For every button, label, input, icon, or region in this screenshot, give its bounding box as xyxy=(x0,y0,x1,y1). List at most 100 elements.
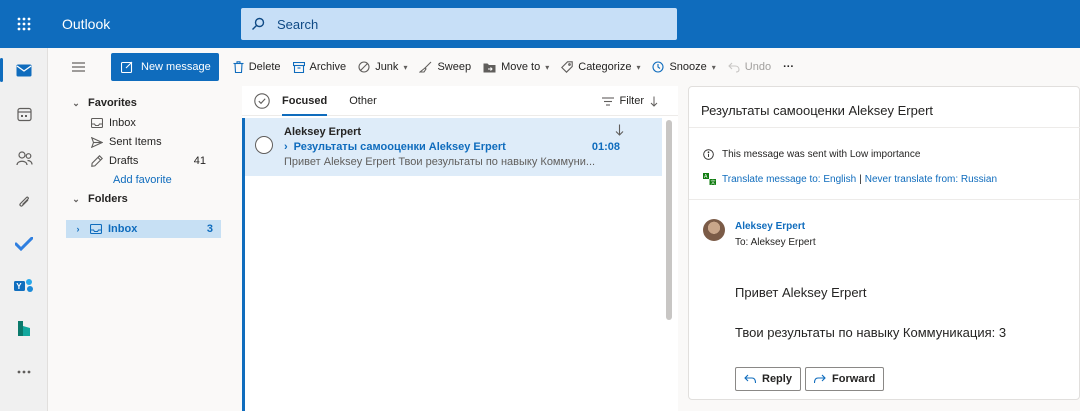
message-time: 01:08 xyxy=(591,141,620,153)
calendar-app-button[interactable] xyxy=(0,94,48,134)
divider xyxy=(689,127,1080,128)
categorize-label: Categorize xyxy=(578,61,632,73)
unread-count: 3 xyxy=(206,223,213,235)
forward-label: Forward xyxy=(832,373,876,385)
search-box[interactable]: Search xyxy=(241,8,677,40)
separator: | xyxy=(859,173,862,185)
folder-item-label: Inbox xyxy=(108,223,138,235)
sweep-button[interactable]: Sweep xyxy=(413,53,477,81)
todo-app-button[interactable] xyxy=(0,224,48,264)
archive-icon xyxy=(292,61,305,73)
new-message-label: New message xyxy=(141,61,211,73)
avatar[interactable] xyxy=(703,219,725,241)
chevron-down-icon: ▾ xyxy=(545,62,550,72)
categorize-button[interactable]: Categorize ▾ xyxy=(555,53,646,81)
chevron-down-icon: ▾ xyxy=(636,62,641,72)
delete-label: Delete xyxy=(248,61,281,73)
inbox-icon xyxy=(90,224,102,234)
block-icon xyxy=(358,61,370,73)
recipient-line: To: Aleksey Erpert xyxy=(735,237,816,248)
tag-icon xyxy=(561,61,573,73)
inbox-icon xyxy=(91,118,103,128)
undo-button[interactable]: Undo xyxy=(722,53,777,81)
bookings-app-button[interactable] xyxy=(0,308,48,348)
sender-name[interactable]: Aleksey Erpert xyxy=(735,221,805,232)
chevron-right-icon[interactable]: › xyxy=(284,141,288,153)
message-list-scrollbar[interactable] xyxy=(666,120,672,320)
favorites-header[interactable]: ⌄ Favorites xyxy=(48,94,228,112)
add-favorite-link[interactable]: Add favorite xyxy=(48,171,228,189)
message-select-radio[interactable] xyxy=(255,136,273,154)
favorite-item-drafts[interactable]: Drafts 41 xyxy=(48,152,228,170)
chevron-down-icon: ⌄ xyxy=(72,193,80,204)
tab-other[interactable]: Other xyxy=(349,86,377,116)
folder-pane: ⌄ Favorites Inbox Sent Items Drafts 41 A… xyxy=(48,86,228,411)
message-subject: › Результаты самооценки Aleksey Erpert xyxy=(284,141,506,153)
never-translate-link[interactable]: Never translate from: Russian xyxy=(865,174,997,185)
reading-pane: Результаты самооценки Aleksey Erpert Thi… xyxy=(688,86,1080,400)
favorite-item-label: Sent Items xyxy=(109,136,162,148)
message-sender: Aleksey Erpert xyxy=(284,126,362,138)
translate-icon: A文 xyxy=(703,173,716,185)
mail-app-button[interactable] xyxy=(0,50,48,90)
reply-button[interactable]: Reply xyxy=(735,367,801,391)
app-title[interactable]: Outlook xyxy=(62,0,110,48)
forward-button[interactable]: Forward xyxy=(805,367,885,391)
email-body-line: Твои результаты по навыку Коммуникация: … xyxy=(735,325,1007,340)
more-apps-button[interactable] xyxy=(0,352,48,392)
reply-label: Reply xyxy=(762,373,792,385)
importance-note: This message was sent with Low importanc… xyxy=(703,149,920,160)
translate-link[interactable]: Translate message to: English xyxy=(722,174,856,185)
people-app-button[interactable] xyxy=(0,138,48,178)
importance-text: This message was sent with Low importanc… xyxy=(722,149,921,160)
svg-text:Y: Y xyxy=(16,282,22,291)
app-launcher-button[interactable] xyxy=(0,0,48,48)
message-list-item[interactable]: Aleksey Erpert › Результаты самооценки Al… xyxy=(245,118,662,176)
new-message-button[interactable]: New message xyxy=(111,53,219,81)
filter-icon xyxy=(601,96,614,106)
chevron-down-icon: ⌄ xyxy=(72,97,80,108)
hamburger-icon xyxy=(71,62,85,72)
move-to-label: Move to xyxy=(501,61,541,73)
chevron-right-icon: › xyxy=(76,224,80,234)
translate-bar: A文 Translate message to: English | Never… xyxy=(703,173,997,185)
folders-header[interactable]: ⌄ Folders xyxy=(48,190,228,208)
select-all-check-icon[interactable] xyxy=(254,92,270,109)
search-input[interactable]: Search xyxy=(277,17,318,32)
delete-button[interactable]: Delete xyxy=(227,53,287,81)
archive-button[interactable]: Archive xyxy=(287,53,353,81)
email-body-line: Привет Aleksey Erpert xyxy=(735,285,867,300)
calendar-icon xyxy=(16,107,32,121)
favorite-item-label: Drafts xyxy=(109,155,139,167)
filter-label: Filter xyxy=(619,95,644,107)
chevron-down-icon: ▾ xyxy=(403,62,408,72)
files-app-button[interactable] xyxy=(0,182,48,222)
favorite-item-sent[interactable]: Sent Items xyxy=(48,133,228,151)
pencil-icon xyxy=(91,155,103,167)
mail-icon xyxy=(16,64,32,76)
tab-focused[interactable]: Focused xyxy=(282,86,328,116)
more-options-button[interactable]: ··· xyxy=(777,53,800,81)
message-subject-text: Результаты самооценки Aleksey Erpert xyxy=(293,141,506,153)
favorite-item-inbox[interactable]: Inbox xyxy=(48,114,228,132)
move-to-button[interactable]: Move to ▾ xyxy=(477,53,555,81)
command-bar: New message Delete Archive Junk ▾ Sweep M… xyxy=(48,48,1080,86)
collapse-nav-button[interactable] xyxy=(58,52,98,82)
paperclip-icon xyxy=(19,196,29,207)
favorites-header-label: Favorites xyxy=(88,97,137,109)
more-icon xyxy=(17,370,31,374)
yammer-app-button[interactable]: Y xyxy=(0,266,48,306)
send-icon xyxy=(91,136,103,148)
sort-arrow-icon xyxy=(650,96,658,107)
junk-button[interactable]: Junk ▾ xyxy=(352,53,413,81)
compose-icon xyxy=(121,61,133,73)
search-icon xyxy=(251,16,267,32)
people-icon xyxy=(15,150,33,165)
snooze-button[interactable]: Snooze ▾ xyxy=(646,53,721,81)
folder-item-inbox[interactable]: › Inbox 3 xyxy=(66,220,221,238)
sweep-label: Sweep xyxy=(437,61,472,73)
todo-check-icon xyxy=(15,237,33,251)
filter-button[interactable]: Filter xyxy=(601,86,658,116)
folders-header-label: Folders xyxy=(88,193,128,205)
reply-icon xyxy=(744,374,756,384)
